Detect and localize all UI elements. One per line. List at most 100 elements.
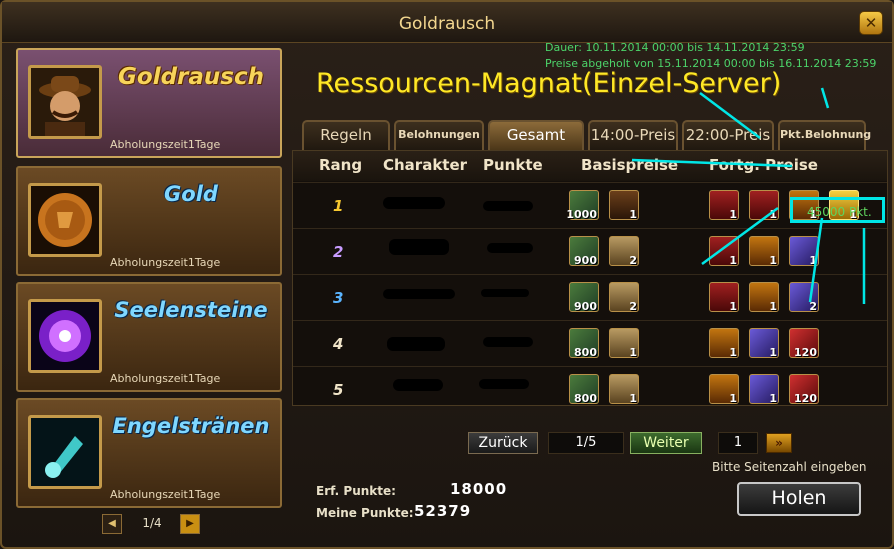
reward-quantity: 2 xyxy=(629,254,637,267)
rank-number: 1 xyxy=(333,197,344,215)
reward-quantity: 1 xyxy=(729,300,737,313)
tab-regeln[interactable]: Regeln xyxy=(302,120,390,150)
ranking-panel: Dauer: 10.11.2014 00:00 bis 14.11.2014 2… xyxy=(292,41,888,538)
redacted-points xyxy=(481,289,529,297)
reward-item-icon[interactable]: 1 xyxy=(709,236,739,267)
redacted-points xyxy=(483,201,533,211)
event-subtitle: Abholungszeit1Tage xyxy=(110,138,221,151)
redacted-points xyxy=(487,243,533,253)
prospector-icon xyxy=(28,65,102,139)
event-subtitle: Abholungszeit1Tage xyxy=(110,256,221,269)
event-subtitle: Abholungszeit1Tage xyxy=(110,372,221,385)
reward-item-icon[interactable]: 1 xyxy=(749,328,779,359)
reward-quantity: 1 xyxy=(629,392,637,405)
redacted-points xyxy=(479,379,529,389)
redacted-character-name xyxy=(389,239,449,255)
reward-quantity: 1 xyxy=(629,346,637,359)
event-title: Goldrausch xyxy=(118,64,264,90)
reward-quantity: 800 xyxy=(574,346,597,359)
reward-item-icon[interactable]: 1 xyxy=(709,190,739,221)
header-rank: Rang xyxy=(319,156,363,174)
reward-item-icon[interactable]: 900 xyxy=(569,282,599,313)
reward-item-icon[interactable]: 120 xyxy=(789,328,819,359)
reward-item-icon[interactable]: 2 xyxy=(789,282,819,313)
close-button[interactable]: ✕ xyxy=(859,11,883,35)
reward-item-icon[interactable]: 1 xyxy=(609,374,639,405)
rank-number: 2 xyxy=(333,243,344,261)
window-title: Goldrausch xyxy=(398,14,496,34)
my-points-label: Meine Punkte: xyxy=(316,506,414,520)
event-title: Gold xyxy=(164,182,218,206)
reward-quantity: 1 xyxy=(769,300,777,313)
reward-item-icon[interactable]: 1 xyxy=(709,328,739,359)
prev-page-arrow-icon[interactable]: ◀ xyxy=(102,514,122,534)
reward-item-icon[interactable]: 1 xyxy=(749,374,779,405)
reward-item-icon[interactable]: 1 xyxy=(709,282,739,313)
tab-belohnungen[interactable]: Belohnungen xyxy=(394,120,484,150)
tab-22-preis[interactable]: 22:00-Preis xyxy=(682,120,774,150)
reward-quantity: 1 xyxy=(729,208,737,221)
header-character: Charakter xyxy=(383,156,468,174)
redacted-character-name xyxy=(393,379,443,391)
tab-14-preis[interactable]: 14:00-Preis xyxy=(588,120,678,150)
reward-item-icon[interactable]: 1 xyxy=(749,282,779,313)
event-duration: Dauer: 10.11.2014 00:00 bis 14.11.2014 2… xyxy=(545,41,805,54)
reward-item-icon[interactable]: 2 xyxy=(609,282,639,313)
event-card-seelensteine[interactable]: Seelensteine Abholungszeit1Tage xyxy=(16,282,282,392)
reward-quantity: 120 xyxy=(794,346,817,359)
reward-item-icon[interactable]: 1 xyxy=(609,328,639,359)
page-indicator: 1/5 xyxy=(548,432,624,454)
table-row: 3 900 2 1 1 2 xyxy=(293,274,887,321)
reward-item-icon[interactable]: 2 xyxy=(609,236,639,267)
ranking-table: Rang Charakter Punkte Basispreise Fortg.… xyxy=(292,150,888,406)
redacted-character-name xyxy=(387,337,445,351)
reward-quantity: 1 xyxy=(809,254,817,267)
reward-item-icon[interactable]: 1 xyxy=(609,190,639,221)
reward-quantity: 2 xyxy=(809,300,817,313)
event-page-indicator: 1/4 xyxy=(142,516,162,530)
reward-quantity: 1 xyxy=(769,346,777,359)
required-points-value: 18000 xyxy=(450,480,508,498)
reward-quantity: 1 xyxy=(769,392,777,405)
claim-button[interactable]: Holen xyxy=(737,482,861,516)
event-card-goldrausch[interactable]: Goldrausch Abholungszeit1Tage xyxy=(16,48,282,158)
reward-quantity: 120 xyxy=(794,392,817,405)
reward-item-icon[interactable]: 1 xyxy=(789,236,819,267)
reward-item-icon[interactable]: 800 xyxy=(569,328,599,359)
next-button[interactable]: Weiter xyxy=(630,432,702,454)
page-input-hint: Bitte Seitenzahl eingeben xyxy=(712,460,867,474)
reward-item-icon[interactable]: 1 xyxy=(709,374,739,405)
title-bar: Goldrausch ✕ xyxy=(2,2,892,43)
tab-pkt-belohnung[interactable]: Pkt.Belohnung xyxy=(778,120,871,150)
reward-item-icon[interactable]: 800 xyxy=(569,374,599,405)
page-number-input[interactable]: 1 xyxy=(718,432,758,454)
rank-number: 3 xyxy=(333,289,344,307)
reward-item-icon[interactable]: 1 xyxy=(749,190,779,221)
rank-number: 5 xyxy=(333,381,344,399)
header-points: Punkte xyxy=(483,156,543,174)
next-page-arrow-icon[interactable]: ▶ xyxy=(180,514,200,534)
reward-quantity: 1000 xyxy=(566,208,597,221)
reward-quantity: 1 xyxy=(769,208,777,221)
reward-item-icon[interactable]: 120 xyxy=(789,374,819,405)
table-pager: Zurück 1/5 Weiter 1 » xyxy=(468,432,848,456)
reward-item-icon[interactable]: 1000 xyxy=(566,190,599,221)
event-card-gold[interactable]: Gold Abholungszeit1Tage xyxy=(16,166,282,276)
reward-quantity: 2 xyxy=(629,300,637,313)
points-threshold: 45000 Pkt. xyxy=(807,205,872,219)
reward-quantity: 1 xyxy=(629,208,637,221)
event-card-engelstraenen[interactable]: Engelstränen Abholungszeit1Tage xyxy=(16,398,282,508)
event-subtitle: Abholungszeit1Tage xyxy=(110,488,221,501)
event-list-pager: ◀ 1/4 ▶ xyxy=(102,514,202,534)
back-button[interactable]: Zurück xyxy=(468,432,538,454)
reward-quantity: 900 xyxy=(574,254,597,267)
reward-quantity: 1 xyxy=(769,254,777,267)
reward-quantity: 900 xyxy=(574,300,597,313)
tab-gesamt[interactable]: Gesamt xyxy=(488,120,584,150)
table-row: 4 800 1 1 1 120 xyxy=(293,320,887,367)
my-points-value: 52379 xyxy=(414,502,472,520)
reward-item-icon[interactable]: 1 xyxy=(749,236,779,267)
go-arrow-icon[interactable]: » xyxy=(766,433,792,453)
reward-item-icon[interactable]: 900 xyxy=(569,236,599,267)
tab-bar: Regeln Belohnungen Gesamt 14:00-Preis 22… xyxy=(302,120,882,150)
